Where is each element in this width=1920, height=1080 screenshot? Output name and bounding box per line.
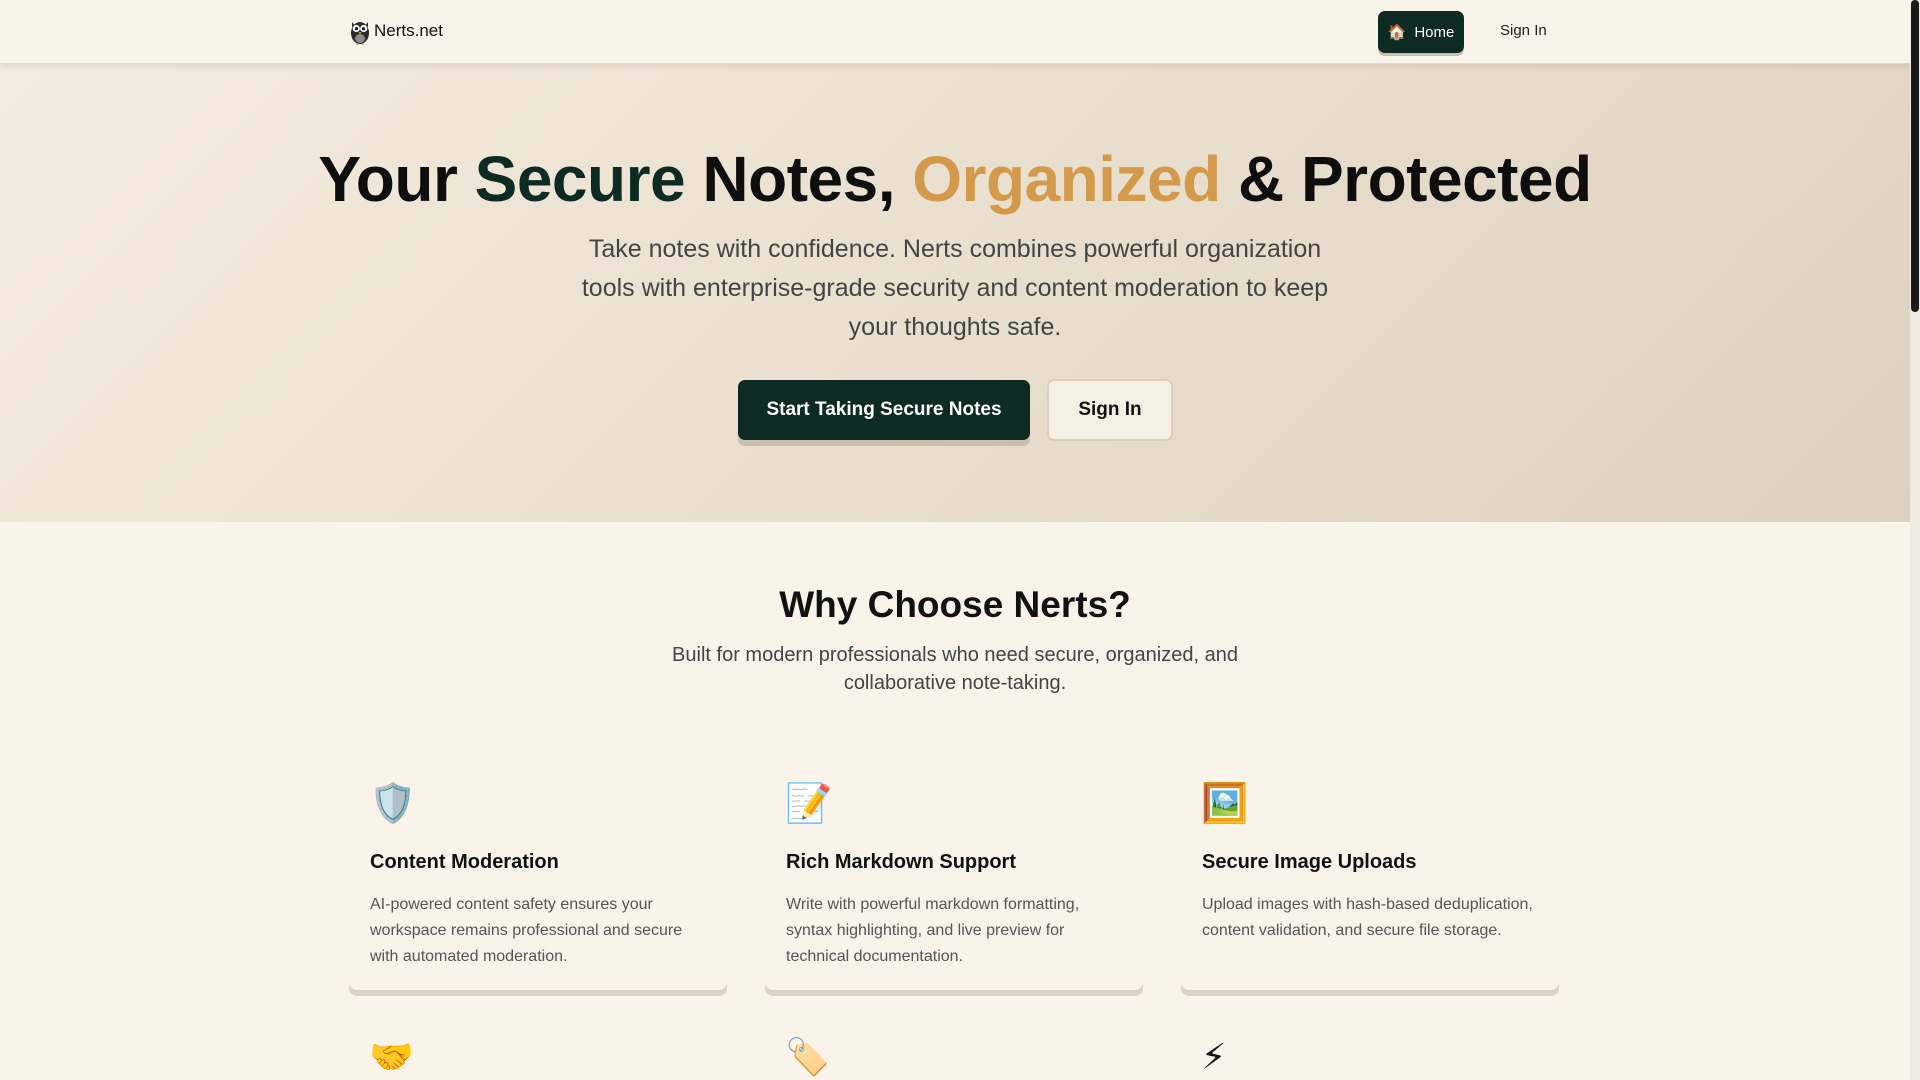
start-notes-button[interactable]: Start Taking Secure Notes: [738, 380, 1030, 440]
feature-card-image-uploads: 🖼️ Secure Image Uploads Upload images wi…: [1181, 770, 1559, 990]
feature-description: AI-powered content safety ensures your w…: [370, 896, 683, 965]
feature-title: Rich Markdown Support: [786, 851, 1016, 873]
hero-section: Your Secure Notes, Organized & Protected…: [0, 64, 1910, 522]
feature-title: Content Moderation: [370, 851, 559, 873]
landing-page: Nerts.net 🏠 Home Sign In Your Secure Not…: [0, 0, 1910, 1080]
handshake-icon: 🤝: [369, 1036, 414, 1077]
why-section-title: Why Choose Nerts?: [779, 584, 1131, 625]
page-scrollbar-thumb[interactable]: [1911, 0, 1919, 312]
feature-description: Write with powerful markdown formatting,…: [786, 896, 1080, 965]
feature-title: Secure Image Uploads: [1202, 851, 1417, 873]
home-nav-label: Home: [1414, 23, 1455, 41]
brand-name: Nerts.net: [374, 21, 443, 40]
framed-picture-icon: 🖼️: [1201, 783, 1249, 825]
top-navbar: Nerts.net 🏠 Home Sign In: [0, 0, 1910, 64]
owl-icon: [351, 22, 369, 45]
lightning-icon: ⚡: [1201, 1036, 1227, 1077]
why-section-subtitle: Built for modern professionals who need …: [672, 644, 1238, 694]
label-tag-icon: 🏷️: [785, 1036, 830, 1077]
shield-icon: 🛡️: [369, 783, 417, 825]
brand-logo-link[interactable]: Nerts.net: [349, 17, 443, 45]
house-icon: 🏠: [1387, 24, 1407, 41]
hero-signin-button[interactable]: Sign In: [1047, 379, 1173, 441]
signin-nav-link[interactable]: Sign In: [1500, 22, 1547, 39]
hero-subtitle: Take notes with confidence. Nerts combin…: [581, 235, 1329, 341]
home-nav-button[interactable]: 🏠 Home: [1378, 11, 1464, 53]
feature-card-content-moderation: 🛡️ Content Moderation AI-powered content…: [349, 770, 727, 990]
memo-icon: 📝: [785, 783, 833, 825]
hero-title: Your Secure Notes, Organized & Protected: [318, 143, 1592, 215]
feature-card-markdown: 📝 Rich Markdown Support Write with power…: [765, 770, 1143, 990]
feature-description: Upload images with hash-based deduplicat…: [1202, 896, 1533, 939]
